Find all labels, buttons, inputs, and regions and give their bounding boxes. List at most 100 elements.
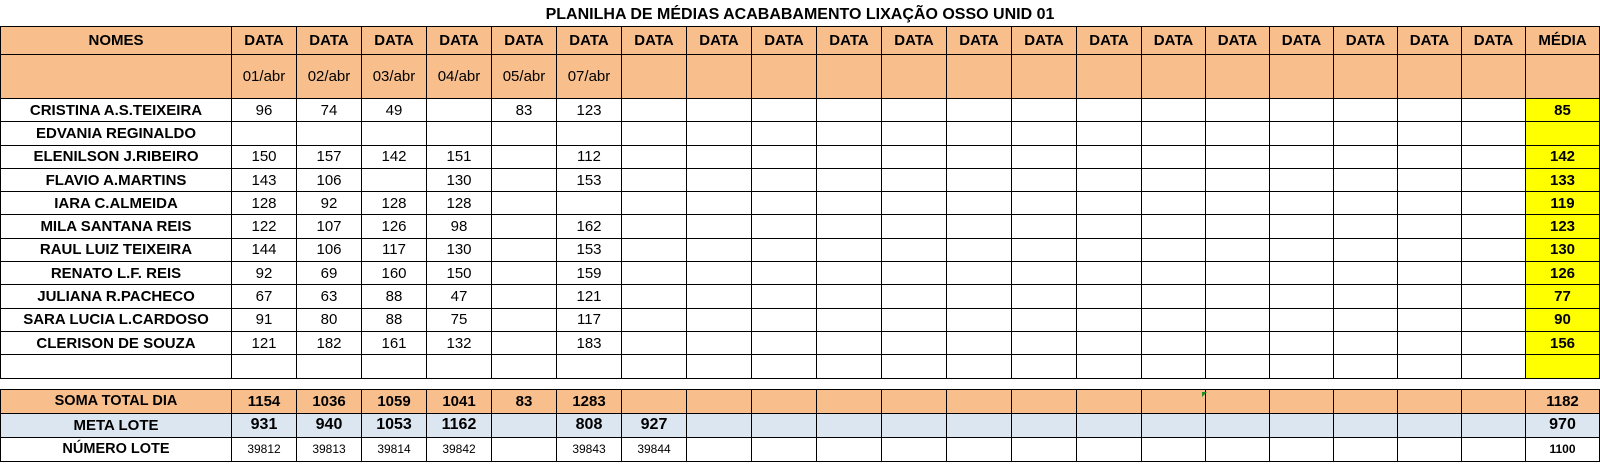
media-cell[interactable]: [1525, 354, 1600, 379]
score-cell[interactable]: [1333, 261, 1398, 286]
score-cell[interactable]: [881, 191, 947, 216]
score-cell[interactable]: [1205, 330, 1270, 356]
media-cell[interactable]: 133: [1525, 167, 1600, 193]
soma-value[interactable]: 1036: [296, 388, 362, 414]
lote-value[interactable]: [816, 436, 882, 462]
score-cell[interactable]: [686, 144, 752, 169]
score-cell[interactable]: 150: [231, 144, 297, 169]
date-cell[interactable]: [1076, 54, 1142, 99]
score-cell[interactable]: [751, 284, 817, 309]
score-cell[interactable]: [1333, 214, 1398, 239]
score-cell[interactable]: [881, 237, 947, 263]
soma-value[interactable]: 1059: [361, 388, 427, 414]
score-cell[interactable]: [1205, 121, 1270, 146]
score-cell[interactable]: [946, 121, 1012, 146]
score-cell[interactable]: [751, 307, 817, 332]
soma-value[interactable]: [881, 388, 947, 414]
score-cell[interactable]: [1461, 97, 1526, 123]
score-cell[interactable]: [621, 261, 687, 286]
score-cell[interactable]: [1011, 191, 1077, 216]
spacer-cell[interactable]: [1333, 377, 1398, 390]
score-cell[interactable]: [1269, 121, 1334, 146]
score-cell[interactable]: [1141, 330, 1206, 356]
soma-value[interactable]: [1461, 388, 1526, 414]
score-cell[interactable]: 117: [556, 307, 622, 332]
header-date[interactable]: DATA: [296, 26, 362, 55]
media-cell[interactable]: 126: [1525, 261, 1600, 286]
employee-name[interactable]: CLERISON DE SOUZA: [0, 330, 232, 356]
score-cell[interactable]: [426, 354, 492, 379]
score-cell[interactable]: [491, 354, 557, 379]
media-cell[interactable]: 85: [1525, 97, 1600, 123]
soma-value[interactable]: [946, 388, 1012, 414]
score-cell[interactable]: 157: [296, 144, 362, 169]
score-cell[interactable]: [491, 284, 557, 309]
score-cell[interactable]: [816, 144, 882, 169]
score-cell[interactable]: 75: [426, 307, 492, 332]
header-date[interactable]: DATA: [426, 26, 492, 55]
score-cell[interactable]: 80: [296, 307, 362, 332]
lote-value[interactable]: [1461, 436, 1526, 462]
meta-media[interactable]: 970: [1525, 412, 1600, 438]
score-cell[interactable]: 83: [491, 97, 557, 123]
score-cell[interactable]: [621, 214, 687, 239]
meta-value[interactable]: [686, 412, 752, 438]
score-cell[interactable]: [1397, 330, 1462, 356]
score-cell[interactable]: [1141, 261, 1206, 286]
score-cell[interactable]: [1141, 191, 1206, 216]
score-cell[interactable]: 122: [231, 214, 297, 239]
score-cell[interactable]: [1076, 307, 1142, 332]
spacer-cell[interactable]: [231, 377, 297, 390]
spacer-cell[interactable]: [1011, 377, 1077, 390]
score-cell[interactable]: [1269, 97, 1334, 123]
score-cell[interactable]: 96: [231, 97, 297, 123]
score-cell[interactable]: [1076, 330, 1142, 356]
score-cell[interactable]: [1076, 144, 1142, 169]
score-cell[interactable]: [1011, 144, 1077, 169]
lote-value[interactable]: [1011, 436, 1077, 462]
date-cell[interactable]: [621, 54, 687, 99]
header-date[interactable]: DATA: [231, 26, 297, 55]
score-cell[interactable]: [491, 121, 557, 146]
media-cell[interactable]: 90: [1525, 307, 1600, 332]
spacer-cell[interactable]: [556, 377, 622, 390]
meta-value[interactable]: [881, 412, 947, 438]
media-cell[interactable]: 130: [1525, 237, 1600, 263]
lote-value[interactable]: [1205, 436, 1270, 462]
score-cell[interactable]: [751, 330, 817, 356]
date-cell[interactable]: 05/abr: [491, 54, 557, 99]
score-cell[interactable]: 182: [296, 330, 362, 356]
spacer-cell[interactable]: [621, 377, 687, 390]
score-cell[interactable]: [361, 354, 427, 379]
header-date[interactable]: DATA: [491, 26, 557, 55]
header-date[interactable]: DATA: [1141, 26, 1206, 55]
score-cell[interactable]: [296, 121, 362, 146]
score-cell[interactable]: 153: [556, 237, 622, 263]
media-cell[interactable]: 156: [1525, 330, 1600, 356]
score-cell[interactable]: [1461, 167, 1526, 193]
score-cell[interactable]: [491, 167, 557, 193]
score-cell[interactable]: [686, 261, 752, 286]
score-cell[interactable]: [946, 284, 1012, 309]
soma-value[interactable]: [686, 388, 752, 414]
date-cell[interactable]: 01/abr: [231, 54, 297, 99]
soma-value[interactable]: [621, 388, 687, 414]
score-cell[interactable]: 69: [296, 261, 362, 286]
score-cell[interactable]: [881, 121, 947, 146]
score-cell[interactable]: 121: [556, 284, 622, 309]
spacer-cell[interactable]: [1461, 377, 1526, 390]
employee-name[interactable]: RAUL LUIZ TEIXEIRA: [0, 237, 232, 263]
media-cell[interactable]: [1525, 121, 1600, 146]
lote-media[interactable]: 1100: [1525, 436, 1600, 462]
date-cell[interactable]: [1333, 54, 1398, 99]
soma-value[interactable]: [1269, 388, 1334, 414]
meta-value[interactable]: [1141, 412, 1206, 438]
score-cell[interactable]: [1141, 307, 1206, 332]
header-names[interactable]: NOMES: [0, 26, 232, 55]
score-cell[interactable]: [621, 284, 687, 309]
lote-value[interactable]: [686, 436, 752, 462]
media-cell[interactable]: 119: [1525, 191, 1600, 216]
score-cell[interactable]: [556, 121, 622, 146]
employee-name[interactable]: IARA C.ALMEIDA: [0, 191, 232, 216]
score-cell[interactable]: [686, 121, 752, 146]
